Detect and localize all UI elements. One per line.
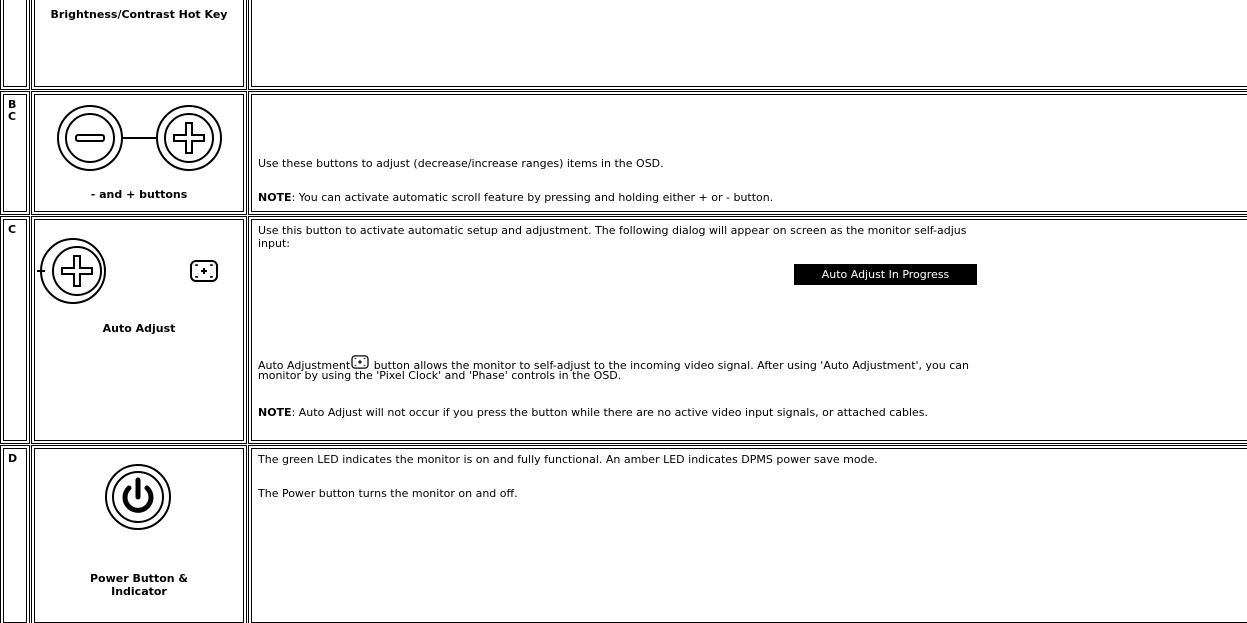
row2-icon-cell: - and + buttons (31, 91, 247, 215)
auto-adjust-note: NOTE: Auto Adjust will not occur if you … (258, 406, 928, 419)
row1-description-cell (248, 0, 1247, 90)
power-button-label: Power Button & Indicator (89, 572, 189, 598)
row2-letter-cell: B C (0, 91, 30, 215)
auto-adjust-progress-banner: Auto Adjust In Progress (794, 264, 977, 285)
note-label: NOTE (258, 191, 292, 204)
note-text: : You can activate automatic scroll feat… (291, 191, 774, 204)
row3-letter-cell: C (0, 216, 30, 444)
monitor-buttons-table: Brightness/Contrast Hot Key B C - and + … (0, 0, 1247, 623)
auto-adjust-label: Auto Adjust (102, 322, 176, 335)
power-button-icon (105, 464, 171, 530)
row1-letter-cell (0, 0, 30, 90)
brightness-contrast-label: Brightness/Contrast Hot Key (50, 8, 228, 21)
minus-plus-note: NOTE: You can activate automatic scroll … (258, 191, 773, 204)
power-button-description: The Power button turns the monitor on an… (258, 487, 518, 500)
row4-icon-cell: Power Button & Indicator (31, 445, 247, 623)
minus-plus-label: - and + buttons (90, 188, 188, 201)
auto-adjust-description-line2: input: (258, 237, 291, 250)
row2-letters: B C (8, 98, 17, 123)
row3-icon-cell: Auto Adjust (31, 216, 247, 444)
row4-letters: D (8, 452, 18, 465)
minus-plus-description: Use these buttons to adjust (decrease/in… (258, 157, 664, 170)
note-label: NOTE (258, 406, 292, 419)
row3-description-cell: Use this button to activate automatic se… (248, 216, 1247, 444)
minus-plus-buttons-icon (57, 105, 222, 171)
auto-adjust-button-icon (37, 238, 106, 304)
note-text: : Auto Adjust will not occur if you pres… (291, 406, 929, 419)
row3-letters: C (8, 223, 17, 236)
auto-adjust-description-line1: Use this button to activate automatic se… (258, 224, 967, 237)
auto-adjust-symbol-icon (190, 260, 218, 282)
auto-adjust-inline-icon (351, 355, 369, 369)
row4-description-cell: The green LED indicates the monitor is o… (248, 445, 1247, 623)
row2-description-cell: Use these buttons to adjust (decrease/in… (248, 91, 1247, 215)
row1-icon-cell: Brightness/Contrast Hot Key (31, 0, 247, 90)
power-led-description: The green LED indicates the monitor is o… (258, 453, 878, 466)
row4-letter-cell: D (0, 445, 30, 623)
auto-adjust-info-line2: monitor by using the 'Pixel Clock' and '… (258, 369, 622, 382)
